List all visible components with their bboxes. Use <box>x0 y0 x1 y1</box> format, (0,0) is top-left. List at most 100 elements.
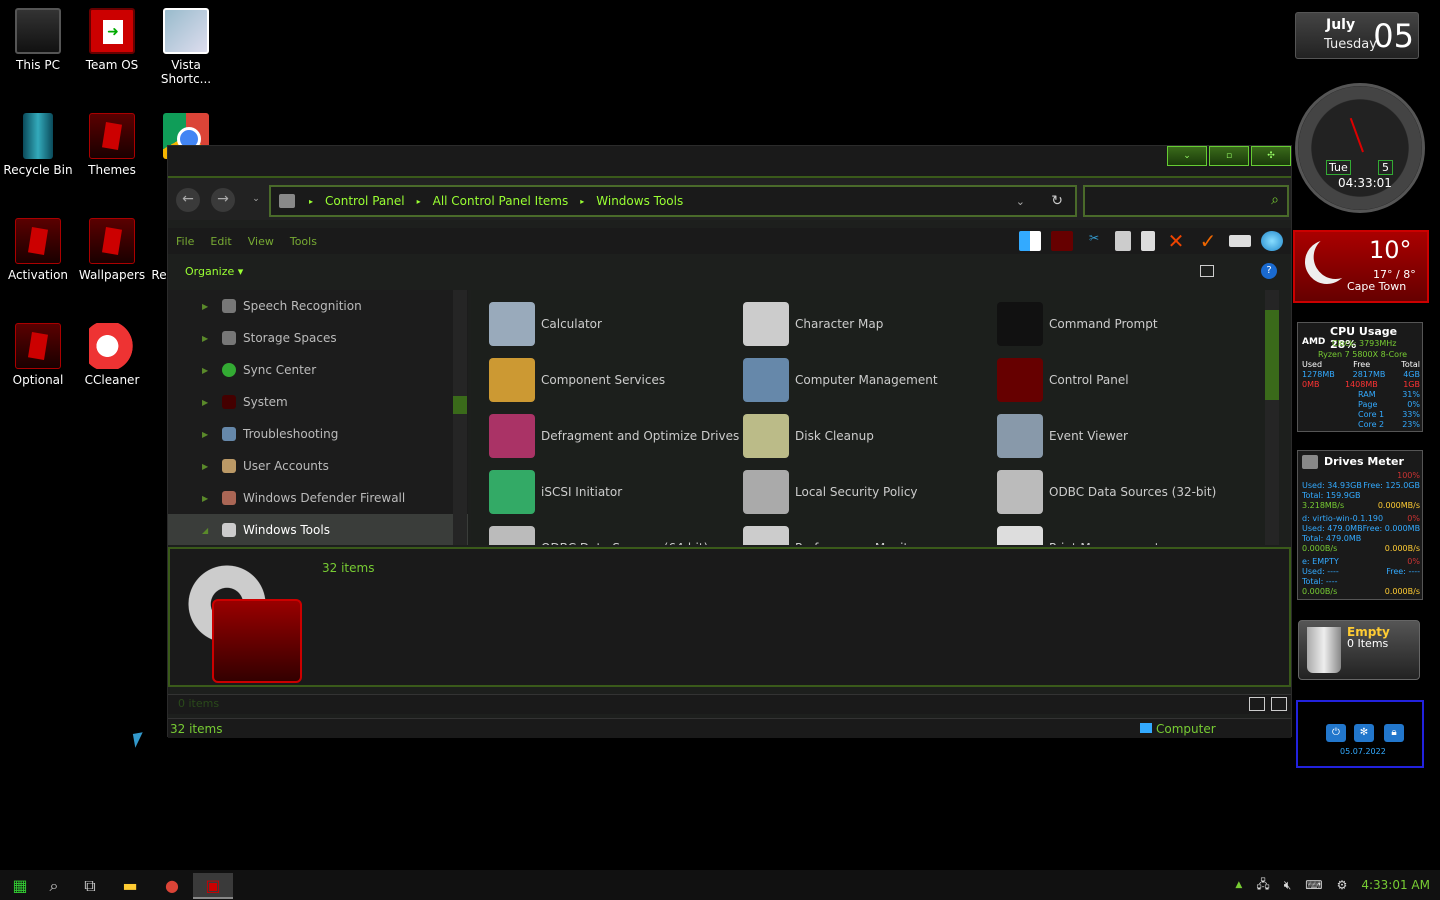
settings-icon[interactable]: ✻ <box>1354 724 1374 742</box>
large-icons-view-icon[interactable] <box>1271 697 1287 711</box>
recycle-bin-gadget[interactable]: Empty 0 Items <box>1298 620 1420 680</box>
preview-pane-icon[interactable] <box>1019 231 1041 251</box>
scrollbar-thumb[interactable] <box>1265 310 1279 400</box>
item-component-services[interactable]: Component Services <box>489 352 743 408</box>
search-input[interactable]: ⌕ <box>1083 185 1289 217</box>
monitor-icon <box>15 8 61 54</box>
item-calculator[interactable]: Calculator <box>489 296 743 352</box>
nav-item-system[interactable]: ▶ System <box>168 386 468 418</box>
item-event-viewer[interactable]: Event Viewer <box>997 408 1251 464</box>
help-icon[interactable]: ? <box>1261 263 1277 279</box>
item-character-map[interactable]: Character Map <box>743 296 997 352</box>
menu-edit[interactable]: Edit <box>210 235 231 248</box>
breadcrumb-all-items[interactable]: All Control Panel Items <box>433 194 569 208</box>
keyboard-icon[interactable]: ⌨ <box>1305 878 1322 892</box>
breadcrumb-windows-tools[interactable]: Windows Tools <box>596 194 683 208</box>
desktop-icon-vista-shortcut[interactable]: Vista Shortc... <box>148 0 224 86</box>
clock-gadget[interactable]: Tue 5 04:33:01 <box>1295 83 1425 213</box>
desktop-icon-activation[interactable]: Activation <box>0 210 76 282</box>
chevron-up-icon[interactable]: ▲ <box>1235 880 1242 890</box>
nav-item-windows-tools[interactable]: ◢ Windows Tools <box>168 514 468 545</box>
nav-item-sync-center[interactable]: ▶ Sync Center <box>168 354 468 386</box>
item-label: Component Services <box>541 373 666 387</box>
details-pane: 32 items <box>168 547 1291 687</box>
delete-icon[interactable]: ✕ <box>1165 231 1187 251</box>
change-view-icon[interactable] <box>1200 265 1214 277</box>
paste-icon[interactable] <box>1141 231 1155 251</box>
minimize-button[interactable]: ⌄ <box>1167 146 1207 166</box>
network-icon[interactable]: 🖧︎ <box>1256 875 1269 896</box>
item-disk-cleanup[interactable]: Disk Cleanup <box>743 408 997 464</box>
navigation-scrollbar[interactable] <box>453 290 467 545</box>
desktop-icon-wallpapers[interactable]: Wallpapers <box>74 210 150 282</box>
item-command-prompt[interactable]: Command Prompt <box>997 296 1251 352</box>
drives-gadget[interactable]: Drives Meter 100% Used: 34.93GB Free: 125… <box>1297 450 1423 600</box>
search-icon[interactable]: ⌕ <box>34 873 74 899</box>
recent-locations-button[interactable]: ⌄ <box>244 188 268 212</box>
drive-d-rate-row: 0.000B/s 0.000B/s <box>1302 544 1420 553</box>
power-icon[interactable]: ⏻ <box>1326 724 1346 742</box>
cpu-core1-row: Core 1 33% <box>1302 410 1420 419</box>
control-panel-icon <box>997 358 1043 402</box>
desktop-icon-recycle-bin[interactable]: Recycle Bin <box>0 105 76 177</box>
nav-item-windows-defender-firewall[interactable]: ▶ Windows Defender Firewall <box>168 482 468 514</box>
control-panel-taskbar-icon[interactable]: ▣ <box>193 873 233 899</box>
maximize-button[interactable]: ▫ <box>1209 146 1249 166</box>
local-security-policy-icon <box>743 470 789 514</box>
menu-view[interactable]: View <box>248 235 274 248</box>
checkmark-icon[interactable]: ✓ <box>1197 231 1219 251</box>
item-local-security-policy[interactable]: Local Security Policy <box>743 464 997 520</box>
title-bar[interactable]: ⌄ ▫ ✣ <box>168 146 1291 176</box>
breadcrumb-control-panel[interactable]: Control Panel <box>325 194 405 208</box>
cpu-core2-row: Core 2 23% <box>1302 420 1420 429</box>
refresh-icon[interactable]: ↻ <box>1051 193 1063 209</box>
scrollbar-thumb[interactable] <box>453 396 467 414</box>
desktop-icon-themes[interactable]: Themes <box>74 105 150 177</box>
file-explorer-icon[interactable]: ▬ <box>110 873 150 899</box>
item-odbc-data-sources-32-bit[interactable]: ODBC Data Sources (32-bit) <box>997 464 1251 520</box>
item-print-management[interactable]: Print Management <box>997 520 1251 545</box>
desktop-icon-team-os[interactable]: Team OS <box>74 0 150 72</box>
cut-icon[interactable]: ✂ <box>1083 231 1105 251</box>
red-pc-icon[interactable] <box>1051 231 1073 251</box>
forward-button[interactable]: → <box>211 188 235 212</box>
weather-gadget[interactable]: 10° 17° / 8° Cape Town <box>1293 230 1429 303</box>
task-view-icon[interactable]: ⧉ <box>70 873 110 899</box>
content-scrollbar[interactable] <box>1265 290 1279 545</box>
item-computer-management[interactable]: Computer Management <box>743 352 997 408</box>
chevron-right-icon: ▶ <box>202 461 209 471</box>
nav-item-troubleshooting[interactable]: ▶ Troubleshooting <box>168 418 468 450</box>
globe-icon[interactable] <box>1261 231 1283 251</box>
taskbar-clock[interactable]: 4:33:01 AM <box>1361 878 1430 892</box>
volume-muted-icon[interactable]: 🔇︎ <box>1284 878 1292 893</box>
date-gadget[interactable]: July Tuesday 05 <box>1295 12 1419 59</box>
desktop-icon-ccleaner[interactable]: CCleaner <box>74 315 150 387</box>
gear-icon[interactable]: ⚙ <box>1337 878 1348 892</box>
ram-label: RAM <box>1358 390 1376 399</box>
breadcrumb[interactable]: ▸ Control Panel ▸ All Control Panel Item… <box>269 185 1077 217</box>
item-performance-monitor[interactable]: Performance Monitor <box>743 520 997 545</box>
nav-item-user-accounts[interactable]: ▶ User Accounts <box>168 450 468 482</box>
menu-file[interactable]: File <box>176 235 194 248</box>
chrome-icon[interactable]: ● <box>152 873 192 899</box>
organize-button[interactable]: Organize ▾ <box>185 265 243 278</box>
item-iscsi-initiator[interactable]: iSCSI Initiator <box>489 464 743 520</box>
copy-icon[interactable] <box>1115 231 1131 251</box>
lock-icon[interactable]: 🔒︎ <box>1384 724 1404 742</box>
close-button[interactable]: ✣ <box>1251 146 1291 166</box>
cpu-gadget[interactable]: CPU Usage 28% AMD Clock: 3793MHz Ryzen 7… <box>1297 322 1423 432</box>
nav-item-storage-spaces[interactable]: ▶ Storage Spaces <box>168 322 468 354</box>
page-percent: 0% <box>1407 400 1420 409</box>
item-odbc-data-sources-64-bit[interactable]: ODBC Data Sources (64-bit) <box>489 520 743 545</box>
details-view-icon[interactable] <box>1249 697 1265 711</box>
item-control-panel[interactable]: Control Panel <box>997 352 1251 408</box>
drive-e-name: e: EMPTY <box>1302 557 1339 566</box>
back-button[interactable]: ← <box>176 188 200 212</box>
properties-icon[interactable] <box>1229 235 1251 247</box>
item-defragment-and-optimize-drives[interactable]: Defragment and Optimize Drives <box>489 408 743 464</box>
nav-item-speech-recognition[interactable]: ▶ Speech Recognition <box>168 290 468 322</box>
menu-tools[interactable]: Tools <box>290 235 317 248</box>
desktop-icon-this-pc[interactable]: This PC <box>0 0 76 72</box>
address-dropdown-icon[interactable]: ⌄ <box>1016 195 1025 208</box>
desktop-icon-optional[interactable]: Optional <box>0 315 76 387</box>
